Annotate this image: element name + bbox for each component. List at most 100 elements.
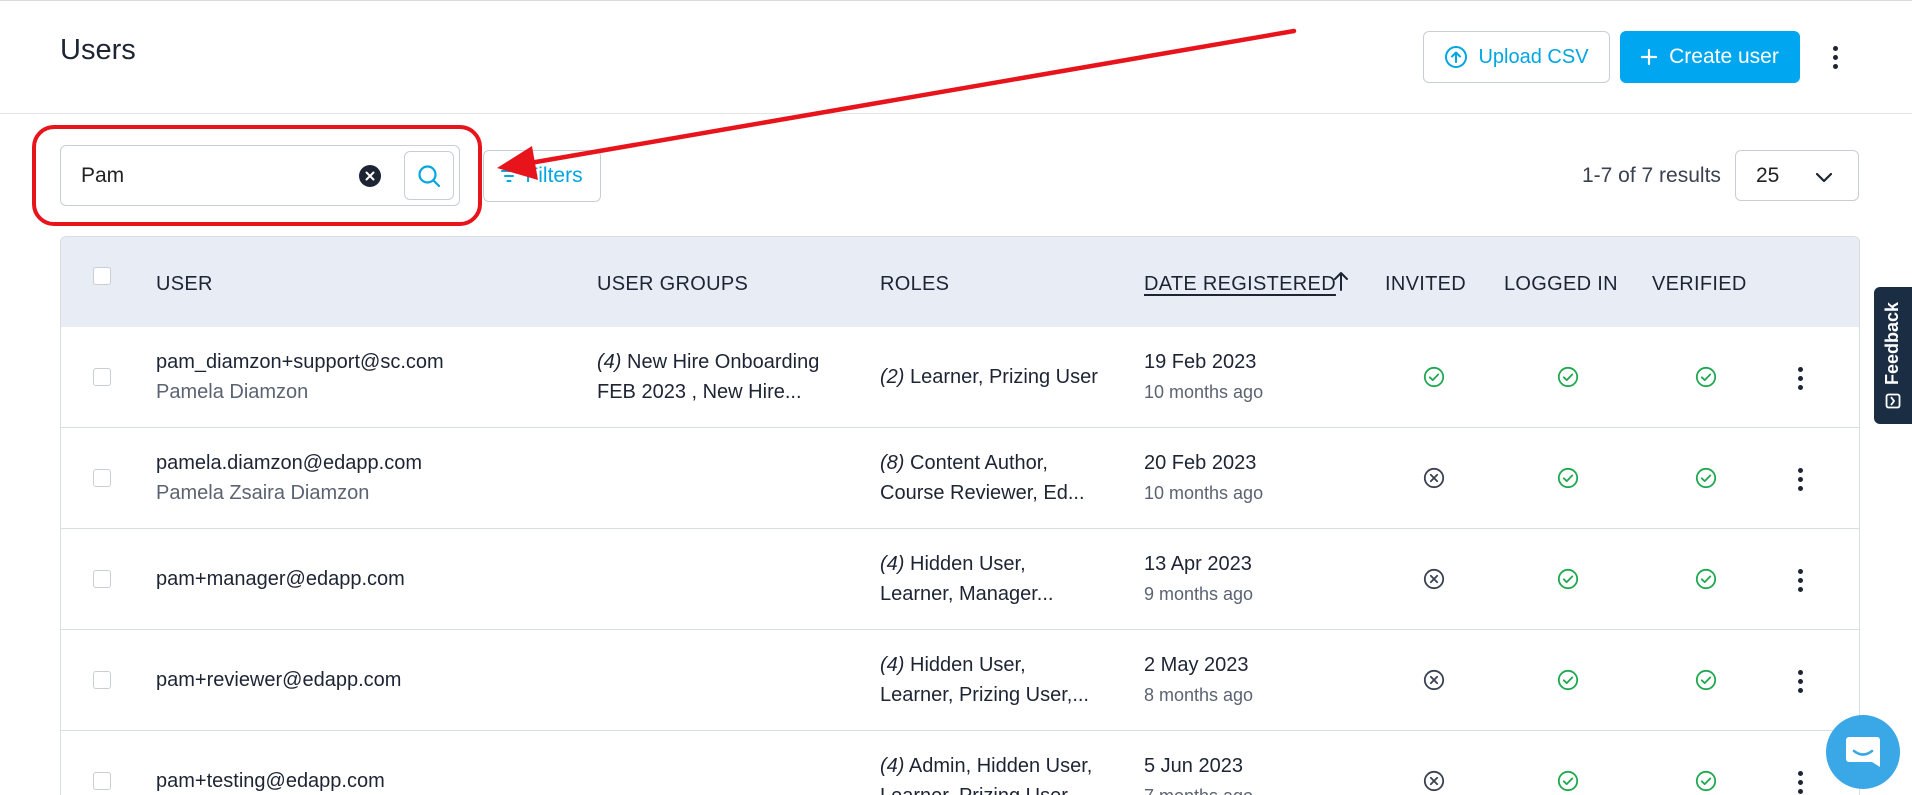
search-button[interactable] — [404, 151, 454, 200]
create-user-label: Create user — [1669, 45, 1779, 68]
user-cell[interactable]: pam_diamzon+support@sc.com Pamela Diamzon — [156, 347, 444, 407]
upload-csv-button[interactable]: Upload CSV — [1423, 31, 1610, 83]
feedback-icon — [1885, 393, 1901, 409]
user-cell[interactable]: pam+reviewer@edapp.com — [156, 665, 401, 695]
plus-icon — [1641, 49, 1658, 65]
row-checkbox[interactable] — [93, 469, 111, 487]
page-title: Users — [60, 34, 136, 66]
user-groups-count: (4) — [597, 351, 622, 373]
date-registered-ago: 8 months ago — [1144, 685, 1254, 705]
date-registered-ago: 7 months ago — [1144, 781, 1253, 795]
chevron-down-icon — [1815, 172, 1833, 183]
check-circle-icon — [1557, 366, 1579, 388]
check-circle-icon — [1695, 568, 1717, 590]
date-registered: 5 Jun 2023 — [1144, 755, 1243, 777]
roles-count: (2) — [880, 366, 905, 388]
roles-cell: (8) Content Author, Course Reviewer, Ed..… — [880, 448, 1085, 508]
user-cell[interactable]: pamela.diamzon@edapp.com Pamela Zsaira Di… — [156, 448, 422, 508]
clear-search-button[interactable] — [359, 165, 381, 187]
user-email: pam+testing@edapp.com — [156, 770, 385, 792]
row-actions-button[interactable] — [1790, 665, 1810, 697]
row-actions-button[interactable] — [1790, 362, 1810, 394]
upload-csv-label: Upload CSV — [1478, 45, 1589, 68]
filters-button[interactable]: Filters — [483, 150, 601, 202]
row-actions-button[interactable] — [1790, 463, 1810, 495]
select-all-checkbox[interactable] — [93, 267, 111, 285]
more-options-button[interactable] — [1823, 40, 1847, 74]
check-circle-icon — [1695, 669, 1717, 691]
kebab-icon — [1832, 45, 1838, 51]
date-registered: 20 Feb 2023 — [1144, 452, 1257, 474]
chat-launcher-button[interactable] — [1826, 715, 1900, 789]
feedback-tab[interactable]: Feedback — [1874, 287, 1912, 424]
user-groups-line1: New Hire Onboarding — [627, 351, 820, 373]
roles-cell: (2) Learner, Prizing User — [880, 362, 1098, 392]
date-registered-ago: 9 months ago — [1144, 584, 1254, 604]
row-checkbox[interactable] — [93, 671, 111, 689]
roles-cell: (4) Hidden User, Learner, Prizing User,..… — [880, 650, 1089, 710]
search-icon — [418, 164, 441, 187]
row-actions-button[interactable] — [1790, 564, 1810, 596]
search-input[interactable] — [81, 160, 381, 192]
column-header-logged-in[interactable]: LOGGED IN — [1504, 273, 1618, 296]
table-row[interactable]: pamela.diamzon@edapp.com Pamela Zsaira Di… — [61, 428, 1859, 529]
roles-line1: Learner, Prizing User — [910, 366, 1098, 388]
x-circle-icon — [1423, 568, 1445, 590]
roles-cell: (4) Admin, Hidden User, Learner, Prizing … — [880, 751, 1092, 795]
row-checkbox[interactable] — [93, 570, 111, 588]
page-size-value: 25 — [1756, 163, 1780, 187]
date-registered-ago: 10 months ago — [1144, 483, 1264, 503]
table-row[interactable]: pam+manager@edapp.com (4) Hidden User, Lea… — [61, 529, 1859, 630]
search-field — [60, 145, 460, 206]
column-header-verified[interactable]: VERIFIED — [1652, 273, 1747, 296]
user-cell[interactable]: pam+manager@edapp.com — [156, 564, 405, 594]
date-registered: 19 Feb 2023 — [1144, 351, 1257, 373]
date-registered-cell: 2 May 2023 8 months ago — [1144, 650, 1253, 710]
roles-line1: Content Author, — [910, 452, 1048, 474]
table-row[interactable]: pam+testing@edapp.com (4) Admin, Hidden U… — [61, 731, 1859, 795]
row-actions-button[interactable] — [1790, 766, 1810, 795]
column-header-user-groups[interactable]: USER GROUPS — [597, 273, 748, 296]
check-circle-icon — [1695, 770, 1717, 792]
roles-count: (8) — [880, 452, 905, 474]
column-header-invited[interactable]: INVITED — [1385, 273, 1466, 296]
user-cell[interactable]: pam+testing@edapp.com — [156, 766, 385, 795]
column-header-roles[interactable]: ROLES — [880, 273, 949, 296]
chat-bubble-icon — [1846, 737, 1880, 767]
kebab-icon — [1797, 568, 1803, 574]
user-groups-cell: (4) New Hire Onboarding FEB 2023 , New Hi… — [597, 347, 819, 407]
filters-label: Filters — [525, 164, 583, 187]
create-user-button[interactable]: Create user — [1620, 31, 1800, 83]
user-email: pam+reviewer@edapp.com — [156, 669, 402, 691]
results-count: 1-7 of 7 results — [1582, 164, 1721, 187]
user-groups-line2: FEB 2023 , New Hire... — [597, 381, 802, 403]
date-registered-ago: 10 months ago — [1144, 382, 1264, 402]
user-email: pam+manager@edapp.com — [156, 568, 405, 590]
check-circle-icon — [1557, 568, 1579, 590]
kebab-icon — [1797, 669, 1803, 675]
arrow-up-icon[interactable] — [1333, 270, 1349, 292]
roles-line1: Hidden User, — [910, 553, 1026, 575]
x-circle-icon — [1423, 467, 1445, 489]
column-header-date-registered[interactable]: DATE REGISTERED — [1144, 273, 1336, 296]
date-registered-cell: 20 Feb 2023 10 months ago — [1144, 448, 1263, 508]
date-registered-cell: 13 Apr 2023 9 months ago — [1144, 549, 1253, 609]
roles-line2: Learner, Prizing User... — [880, 781, 1092, 795]
table-row[interactable]: pam_diamzon+support@sc.com Pamela Diamzon… — [61, 327, 1859, 428]
table-header: USER USER GROUPS ROLES DATE REGISTERED I… — [61, 237, 1859, 327]
date-registered: 2 May 2023 — [1144, 654, 1249, 676]
roles-line2: Learner, Manager... — [880, 583, 1054, 605]
x-circle-icon — [1423, 770, 1445, 792]
user-email: pamela.diamzon@edapp.com — [156, 452, 423, 474]
filter-lines-icon — [501, 170, 518, 182]
roles-count: (4) — [880, 755, 905, 777]
column-header-user[interactable]: USER — [156, 273, 213, 296]
roles-line2: Course Reviewer, Ed... — [880, 482, 1085, 504]
x-circle-icon — [1423, 669, 1445, 691]
table-row[interactable]: pam+reviewer@edapp.com (4) Hidden User, Le… — [61, 630, 1859, 731]
row-checkbox[interactable] — [93, 772, 111, 790]
kebab-icon — [1797, 770, 1803, 776]
check-circle-icon — [1557, 770, 1579, 792]
row-checkbox[interactable] — [93, 368, 111, 386]
page-size-select[interactable]: 25 — [1735, 150, 1859, 201]
